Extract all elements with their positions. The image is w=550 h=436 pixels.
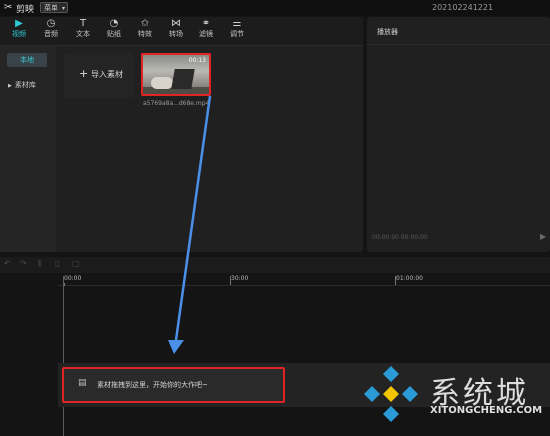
tab-label: 特效 <box>138 30 152 38</box>
ruler-tick: 01:00:00 <box>396 275 423 282</box>
project-name: 202102241221 <box>432 3 494 12</box>
clip-filename: a5769a8a...d68e.mp4 <box>143 100 210 107</box>
app-name: 剪映 <box>16 5 35 15</box>
video-icon: ▶ <box>15 18 23 29</box>
audio-icon: ◷ <box>46 18 56 29</box>
sidebar-item-local[interactable]: 本地 <box>7 53 47 67</box>
drop-hint: 素材拖拽到这里，开始你的大作吧~ <box>97 381 208 389</box>
text-icon: T <box>79 18 87 29</box>
player-timecode: 00:00:00 00:00:00 <box>372 234 428 241</box>
thumbnail-cat-dark <box>171 69 195 89</box>
tab-filter[interactable]: ⚭ 滤镜 <box>191 18 221 39</box>
split-icon[interactable]: ⫼ <box>38 259 42 269</box>
ruler-tick: 30:00 <box>231 275 249 282</box>
playhead[interactable] <box>63 276 64 436</box>
timeline-toolbar <box>0 257 550 273</box>
tab-transition[interactable]: ⋈ 转场 <box>161 18 191 39</box>
adjust-icon: ⚌ <box>232 18 242 29</box>
watermark-url: XITONGCHENG.COM <box>430 405 543 416</box>
filter-icon: ⚭ <box>201 18 211 29</box>
effects-icon: ✩ <box>140 18 150 29</box>
thumbnail-cat <box>151 77 173 89</box>
sidebar-item-label: 素材库 <box>14 81 36 89</box>
sidebar-item-library[interactable]: ▶ 素材库 <box>8 80 36 90</box>
tab-sticker[interactable]: ◔ 贴纸 <box>99 18 129 39</box>
clip-duration: 00:13 <box>188 57 206 64</box>
tick-mark <box>230 276 231 285</box>
play-icon[interactable]: ▶ <box>540 232 546 241</box>
media-clip-thumbnail[interactable]: 00:13 <box>141 53 211 96</box>
tab-label: 文本 <box>76 30 90 38</box>
tab-label: 滤镜 <box>199 30 213 38</box>
chevron-down-icon: ▾ <box>61 5 65 12</box>
sticker-icon: ◔ <box>109 18 119 29</box>
player-title: 播放器 <box>377 28 398 36</box>
caret-right-icon: ▶ <box>8 83 12 89</box>
undo-icon[interactable]: ↶ <box>4 259 11 268</box>
tab-adjust[interactable]: ⚌ 调节 <box>222 18 252 39</box>
transition-icon: ⋈ <box>171 18 181 29</box>
tab-effects[interactable]: ✩ 特效 <box>130 18 160 39</box>
tab-label: 转场 <box>169 30 183 38</box>
plus-icon: + <box>79 67 89 80</box>
tab-text[interactable]: T 文本 <box>68 18 98 39</box>
tick-mark <box>64 283 65 286</box>
menu-button[interactable]: 菜单 ▾ <box>40 2 68 13</box>
tab-label: 贴纸 <box>107 30 121 38</box>
film-icon: ▤ <box>78 378 87 388</box>
delete-icon[interactable]: ▯ <box>55 259 59 268</box>
tab-video[interactable]: ▶ 视频 <box>4 18 34 39</box>
watermark-logo-icon <box>364 366 418 422</box>
redo-icon[interactable]: ↷ <box>20 259 27 268</box>
player-panel <box>367 17 550 252</box>
drop-zone[interactable]: ▤ 素材拖拽到这里，开始你的大作吧~ <box>62 367 285 403</box>
crop-icon[interactable]: ▢ <box>72 259 80 268</box>
media-sidebar <box>0 46 56 252</box>
import-media-button[interactable]: + 导入素材 <box>64 53 134 98</box>
ruler-tick: 00:00 <box>64 275 82 282</box>
menu-label: 菜单 <box>44 4 58 12</box>
tab-label: 音频 <box>44 30 58 38</box>
tab-label: 调节 <box>230 30 244 38</box>
tab-label: 视频 <box>12 30 26 38</box>
import-label: 导入素材 <box>91 70 123 79</box>
divider <box>367 44 550 45</box>
tab-audio[interactable]: ◷ 音频 <box>36 18 66 39</box>
timeline-ruler[interactable] <box>58 273 550 286</box>
capcut-logo-icon: ✂ <box>4 2 13 13</box>
tick-mark <box>395 276 396 285</box>
